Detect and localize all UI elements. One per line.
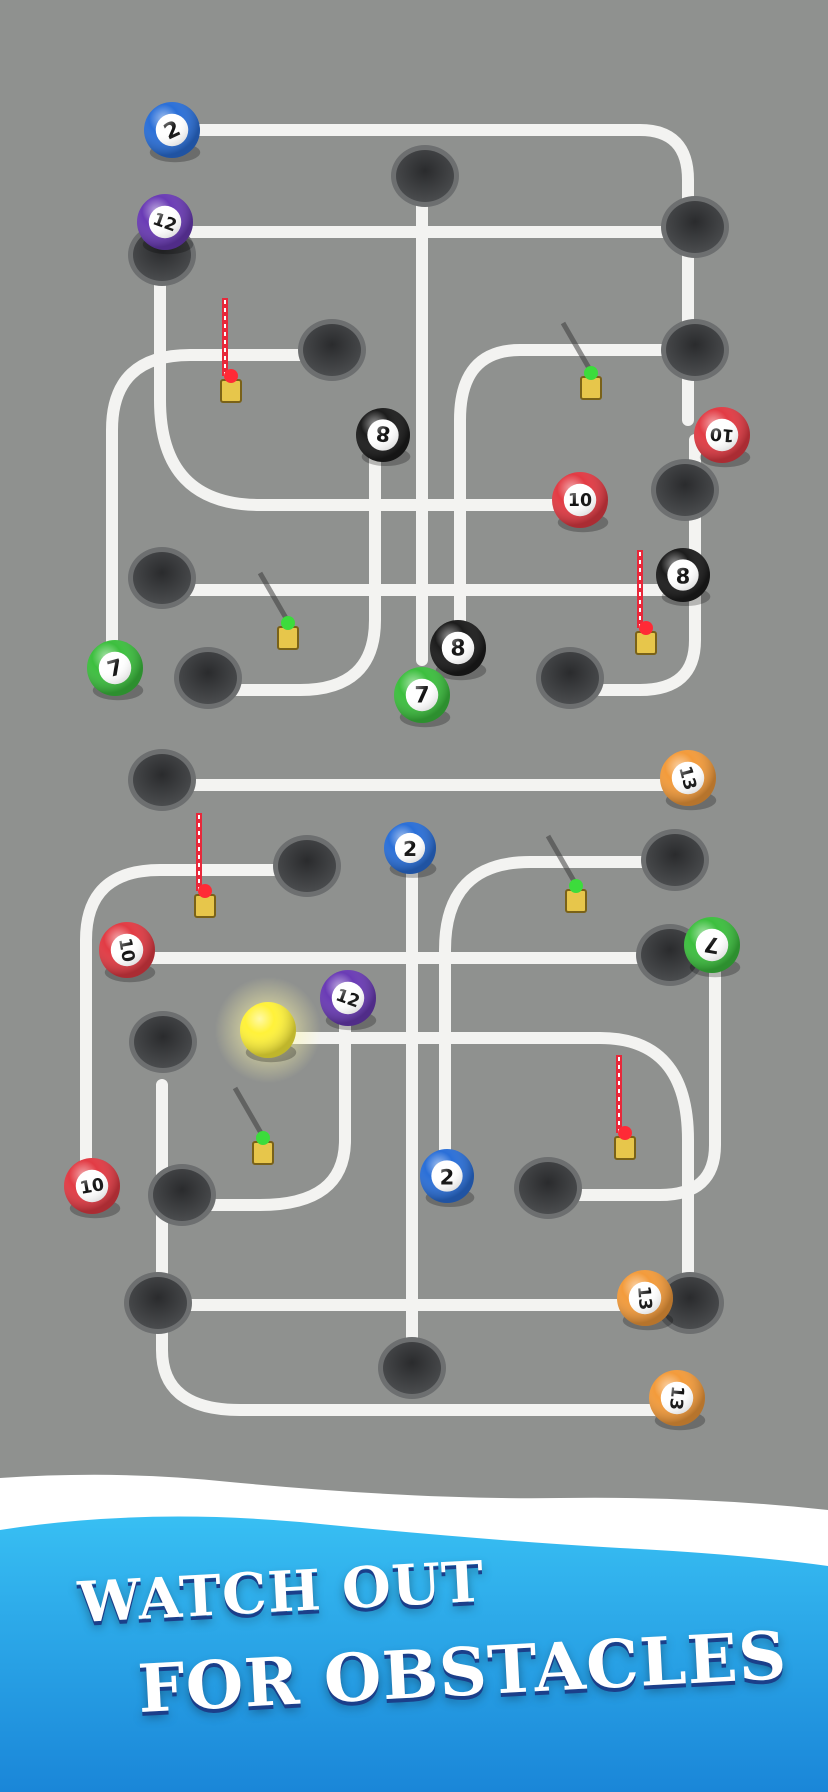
hole <box>391 145 459 207</box>
hole <box>651 459 719 521</box>
hole <box>174 647 242 709</box>
banner-wave <box>0 1516 828 1792</box>
ball-7-green[interactable]: 7 <box>394 667 451 728</box>
gate-post <box>252 1141 274 1165</box>
ball-10-red[interactable]: 10 <box>694 407 751 468</box>
green-light-icon <box>281 616 295 630</box>
ball-13-orange[interactable]: 13 <box>660 750 717 811</box>
ball-highlight <box>144 102 200 158</box>
hole <box>273 835 341 897</box>
hole <box>661 319 729 381</box>
green-light-icon <box>569 879 583 893</box>
hole <box>128 749 196 811</box>
ball-2-blue[interactable]: 2 <box>384 822 437 878</box>
green-light-icon <box>256 1131 270 1145</box>
ball-highlight <box>430 620 486 676</box>
ball-highlight <box>552 472 608 528</box>
ball-13-orange[interactable]: 13 <box>617 1270 674 1331</box>
hole <box>128 547 196 609</box>
ball-8-black[interactable]: 8 <box>430 620 487 681</box>
ball-cue-yellow[interactable] <box>214 976 322 1084</box>
ball-highlight <box>617 1270 673 1326</box>
ball-8-black[interactable]: 8 <box>356 408 411 467</box>
gate-post <box>614 1136 636 1160</box>
red-light-icon <box>224 369 238 383</box>
ball-highlight <box>240 1002 296 1058</box>
banner <box>0 1474 828 1792</box>
ball-highlight <box>137 194 193 250</box>
ball-8-black[interactable]: 8 <box>656 548 711 607</box>
hole <box>641 829 709 891</box>
hole <box>514 1157 582 1219</box>
hole <box>536 647 604 709</box>
ball-10-red[interactable]: 10 <box>64 1158 121 1219</box>
ball-highlight <box>656 548 710 602</box>
game-board: 212810108877132107122101313 <box>0 0 828 1792</box>
gate-post <box>220 379 242 403</box>
ball-2-blue[interactable]: 2 <box>420 1149 475 1208</box>
hole <box>148 1164 216 1226</box>
gate-post <box>565 889 587 913</box>
ball-12-purple[interactable]: 12 <box>137 194 194 255</box>
hole <box>129 1011 197 1073</box>
ball-highlight <box>384 822 436 874</box>
ball-highlight <box>684 917 740 973</box>
hole <box>298 319 366 381</box>
ball-10-red[interactable]: 10 <box>99 922 156 983</box>
ball-highlight <box>87 640 143 696</box>
gate-post <box>635 631 657 655</box>
ball-2-blue[interactable]: 2 <box>144 102 201 163</box>
gate-post <box>277 626 299 650</box>
hole <box>661 196 729 258</box>
ball-highlight <box>694 407 750 463</box>
gate-post <box>194 894 216 918</box>
ball-13-orange[interactable]: 13 <box>649 1370 706 1431</box>
hole <box>378 1337 446 1399</box>
ball-highlight <box>649 1370 705 1426</box>
ball-highlight <box>99 922 155 978</box>
ball-highlight <box>420 1149 474 1203</box>
ball-7-green[interactable]: 7 <box>87 640 144 701</box>
ball-10-red[interactable]: 10 <box>552 472 609 533</box>
ball-highlight <box>64 1158 120 1214</box>
red-light-icon <box>198 884 212 898</box>
ball-12-purple[interactable]: 12 <box>320 970 377 1031</box>
green-light-icon <box>584 366 598 380</box>
gate-post <box>580 376 602 400</box>
ball-highlight <box>320 970 376 1026</box>
red-light-icon <box>618 1126 632 1140</box>
ball-highlight <box>394 667 450 723</box>
ball-7-green[interactable]: 7 <box>684 917 741 978</box>
hole <box>124 1272 192 1334</box>
red-light-icon <box>639 621 653 635</box>
ball-highlight <box>660 750 716 806</box>
ball-highlight <box>356 408 410 462</box>
